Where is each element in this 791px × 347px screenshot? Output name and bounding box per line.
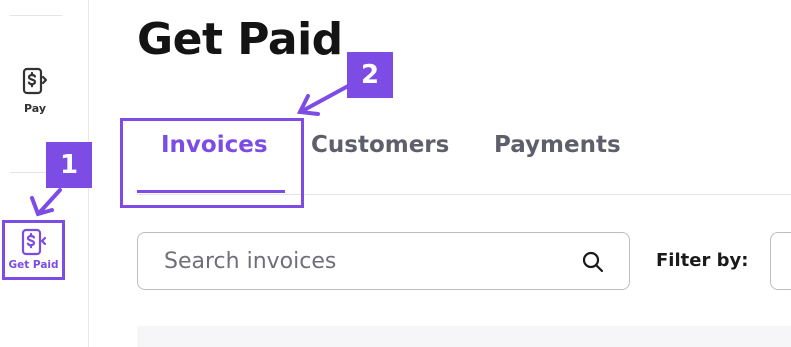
active-tab-indicator [137, 190, 285, 193]
dollar-document-icon [20, 66, 50, 96]
search-box [137, 232, 630, 290]
invoice-table-header [137, 326, 791, 347]
filter-label: Filter by: [656, 250, 749, 271]
filter-dropdown[interactable] [770, 232, 791, 290]
search-icon[interactable] [581, 250, 605, 274]
arrow-to-invoices-tab [296, 83, 352, 116]
sidebar-item-label: Get Paid [8, 259, 59, 271]
sidebar-divider [10, 15, 62, 16]
step-badge-1: 1 [46, 142, 92, 188]
tab-invoices[interactable]: Invoices [161, 132, 268, 158]
search-input[interactable] [162, 247, 566, 275]
sidebar-item-label: Pay [23, 102, 47, 115]
dollar-document-receive-icon [19, 227, 49, 257]
tab-bar: Invoices Customers Payments [137, 118, 791, 195]
step-badge-2: 2 [347, 52, 393, 98]
tab-customers[interactable]: Customers [311, 132, 449, 158]
page-title: Get Paid [137, 14, 343, 65]
tab-payments[interactable]: Payments [494, 132, 621, 158]
sidebar-item-pay[interactable]: Pay [0, 66, 70, 115]
sidebar-item-get-paid[interactable]: Get Paid [2, 220, 65, 280]
